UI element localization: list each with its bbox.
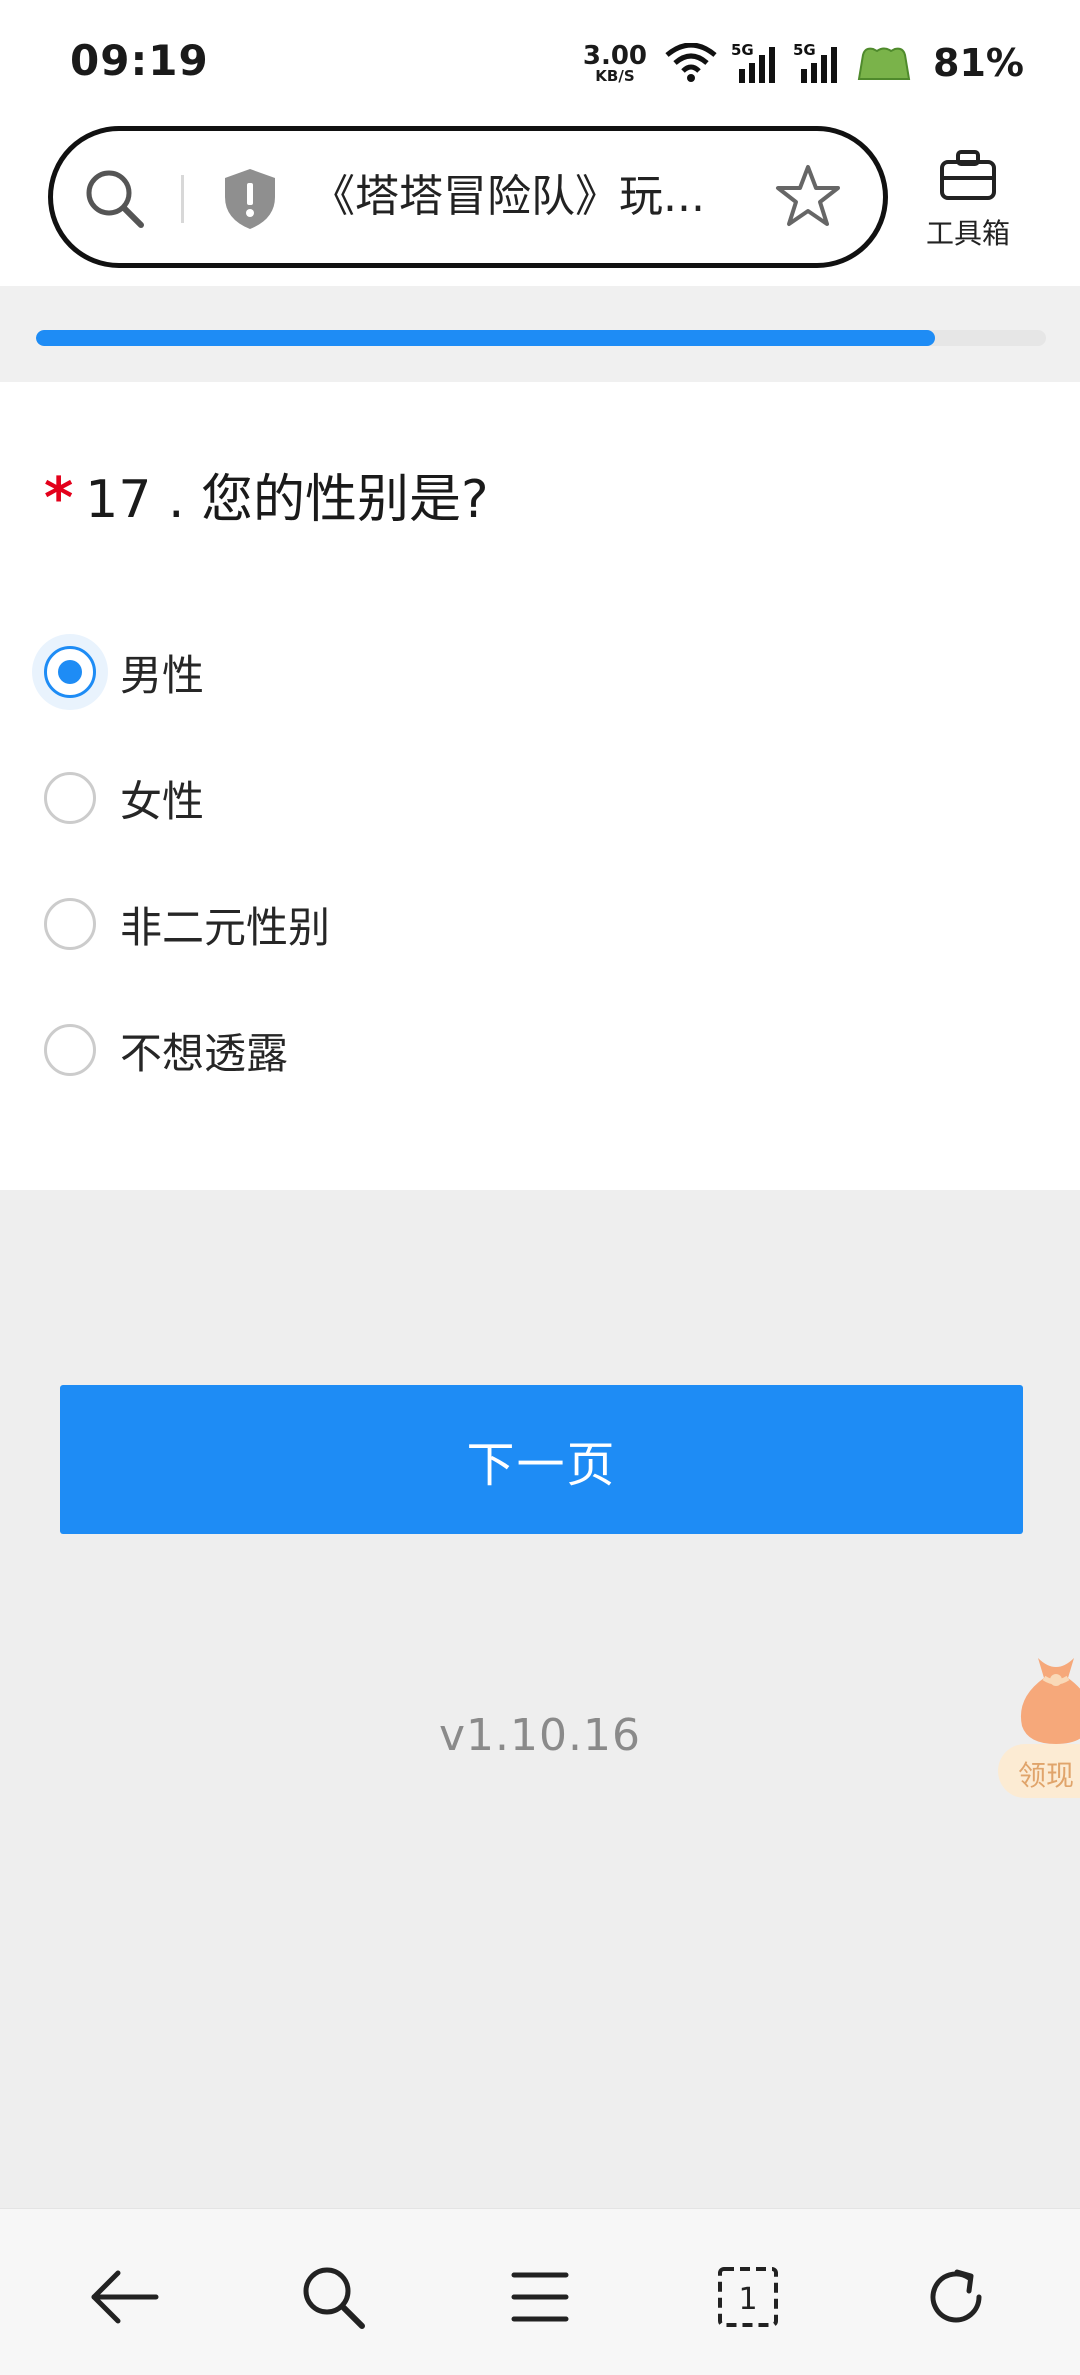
option-label: 女性 [120,776,205,826]
battery-icon [857,47,911,80]
address-divider [181,175,184,223]
menu-button[interactable] [500,2257,580,2337]
signal-2-label: 5G [793,41,816,59]
page-title[interactable]: 《塔塔冒险队》玩... [311,167,781,227]
menu-icon [511,2272,569,2322]
search-icon [303,2267,365,2329]
radio-button[interactable] [44,646,96,698]
toolbox-label: 工具箱 [925,217,1010,250]
option-label: 非二元性别 [120,902,331,952]
shield-warning-icon[interactable] [221,167,279,231]
option-female[interactable]: 女性 [28,750,628,846]
option-label: 男性 [120,650,205,700]
option-non-binary[interactable]: 非二元性别 [28,876,628,972]
battery-percent: 81% [933,41,1024,85]
refresh-icon [930,2269,982,2323]
status-bar: 09:19 3.00 KB/S 5G 5G 81% [0,0,1080,120]
reward-float-button[interactable]: 领现 [998,1648,1080,1798]
star-icon[interactable] [773,161,843,231]
tab-count: 1 [738,2282,757,2317]
search-button[interactable] [293,2257,373,2337]
back-button[interactable] [84,2257,164,2337]
reward-bag-icon [1021,1658,1080,1744]
signal-1-label: 5G [731,41,754,59]
version-text: v1.10.16 [439,1710,641,1761]
progress-fill [36,330,935,346]
reward-pill: 领现 [998,1744,1080,1798]
option-label: 不想透露 [120,1028,289,1078]
radio-button[interactable] [44,772,96,824]
toolbox-icon [940,150,996,200]
question-card: * 17 . 您的性别是? 男性 女性 非二元性别 不想透露 [0,382,1080,1190]
reward-label: 领现 [1018,1759,1075,1792]
address-bar[interactable]: 《塔塔冒险队》玩... [48,126,888,268]
next-page-button[interactable]: 下一页 [60,1385,1023,1534]
tabs-button[interactable]: 1 [708,2257,788,2337]
search-icon[interactable] [83,167,147,231]
network-speed-unit: KB/S [595,66,635,85]
network-speed: 3.00 KB/S [583,43,647,84]
progress-track [36,330,1046,346]
back-arrow-icon [91,2270,159,2324]
tabs-icon: 1 [718,2267,778,2327]
refresh-button[interactable] [916,2257,996,2337]
bottom-navigation: 1 [0,2208,1080,2375]
radio-button[interactable] [44,898,96,950]
network-speed-value: 3.00 [582,40,648,71]
option-prefer-not-say[interactable]: 不想透露 [28,1002,628,1098]
option-male[interactable]: 男性 [28,624,628,720]
status-time: 09:19 [70,36,209,85]
toolbox-button[interactable]: 工具箱 [918,150,1018,252]
required-mark: * [44,466,74,531]
wifi-icon [665,43,717,82]
signal-5g-icon: 5G [731,41,776,83]
radio-button[interactable] [44,1024,96,1076]
browser-toolbar: 《塔塔冒险队》玩... 工具箱 [0,120,1080,286]
status-indicators: 3.00 KB/S 5G 5G 81% [583,38,1024,88]
question-text: 17 . 您的性别是? [85,470,489,530]
survey-progress [0,286,1080,382]
question-title: * 17 . 您的性别是? [44,464,489,535]
signal-5g-icon: 5G [793,41,838,83]
